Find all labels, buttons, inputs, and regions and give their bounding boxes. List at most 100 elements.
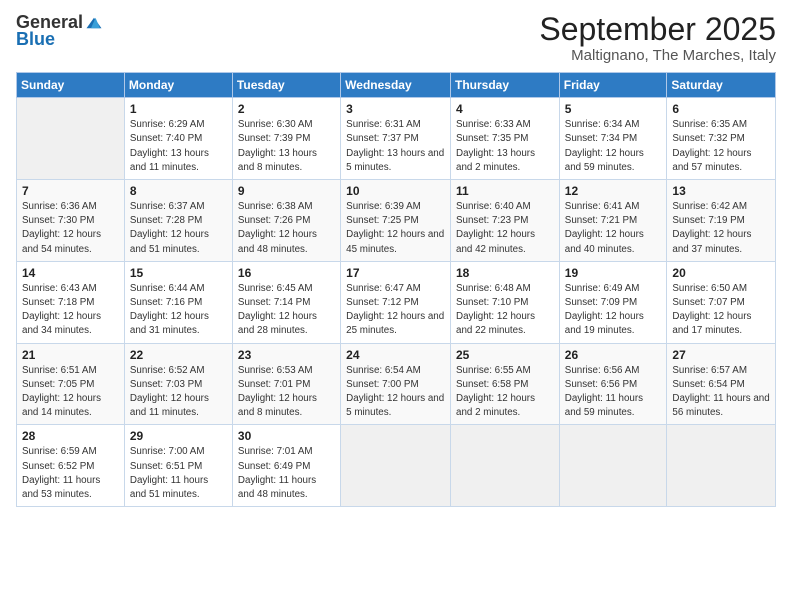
daylight: Daylight: 12 hours and 57 minutes. [672,148,751,173]
daylight: Daylight: 12 hours and 8 minutes. [238,393,317,418]
day-number: 24 [346,348,445,362]
day-info: Sunrise: 6:40 AMSunset: 7:23 PMDaylight:… [456,200,554,257]
calendar-cell: 19Sunrise: 6:49 AMSunset: 7:09 PMDayligh… [559,261,667,343]
calendar-week-1: 1 Sunrise: 6:29 AMSunset: 7:40 PMDaylight… [17,98,776,180]
sunset: Sunset: 7:35 PM [456,133,528,144]
day-number: 23 [238,348,335,362]
title-block: September 2025 Maltignano, The Marches, … [539,12,776,64]
calendar-cell: 30 Sunrise: 7:01 AMSunset: 6:49 PMDayligh… [232,425,340,507]
sunrise: Sunrise: 6:35 AM [672,119,747,130]
daylight: Daylight: 12 hours and 28 minutes. [238,311,317,336]
day-number: 15 [130,266,227,280]
sunrise: Sunrise: 6:34 AM [565,119,640,130]
sunrise: Sunrise: 6:50 AM [672,283,747,294]
logo-icon [85,14,103,32]
daylight: Daylight: 13 hours and 2 minutes. [456,148,535,173]
sunset: Sunset: 7:16 PM [130,297,202,308]
day-number: 26 [565,348,662,362]
daylight: Daylight: 12 hours and 48 minutes. [238,229,317,254]
calendar-cell: 1 Sunrise: 6:29 AMSunset: 7:40 PMDaylight… [124,98,232,180]
calendar-cell: 3Sunrise: 6:31 AMSunset: 7:37 PMDaylight… [341,98,451,180]
sunrise: Sunrise: 6:30 AM [238,119,313,130]
day-info: Sunrise: 6:56 AM Sunset: 6:56 PM Daylight:… [565,364,662,421]
calendar-week-2: 7Sunrise: 6:36 AMSunset: 7:30 PMDaylight… [17,180,776,262]
sunset: Sunset: 7:28 PM [130,215,202,226]
calendar-cell: 17Sunrise: 6:47 AMSunset: 7:12 PMDayligh… [341,261,451,343]
calendar-cell: 20Sunrise: 6:50 AMSunset: 7:07 PMDayligh… [667,261,776,343]
sunset: Sunset: 7:26 PM [238,215,310,226]
calendar-week-5: 28Sunrise: 6:59 AMSunset: 6:52 PMDayligh… [17,425,776,507]
daylight: Daylight: 13 hours and 11 minutes. [130,148,209,173]
col-sunday: Sunday [17,73,125,98]
sunset: Sunset: 7:12 PM [346,297,418,308]
day-info: Sunrise: 6:33 AM Sunset: 7:35 PM Daylight:… [456,118,554,175]
sunset: Sunset: 7:09 PM [565,297,637,308]
sunrise: Sunrise: 6:41 AM [565,201,640,212]
sunset: Sunset: 6:58 PM [456,379,528,390]
col-saturday: Saturday [667,73,776,98]
day-number: 19 [565,266,662,280]
day-info: Sunrise: 6:57 AMSunset: 6:54 PMDaylight:… [672,364,770,421]
daylight: Daylight: 11 hours and 56 minutes. [672,393,769,418]
daylight: Daylight: 12 hours and 54 minutes. [22,229,101,254]
day-info: Sunrise: 6:29 AMSunset: 7:40 PMDaylight:… [130,118,227,175]
sunset: Sunset: 7:01 PM [238,379,310,390]
sunset: Sunset: 7:07 PM [672,297,744,308]
sunrise: Sunrise: 6:42 AM [672,201,747,212]
sunrise: Sunrise: 6:48 AM [456,283,531,294]
sunset: Sunset: 6:56 PM [565,379,637,390]
daylight: Daylight: 11 hours and 48 minutes. [238,475,316,500]
page-subtitle: Maltignano, The Marches, Italy [539,47,776,64]
day-number: 1 [130,102,227,116]
daylight: Daylight: 12 hours and 11 minutes. [130,393,209,418]
daylight: Daylight: 12 hours and 40 minutes. [565,229,644,254]
calendar-cell: 5Sunrise: 6:34 AMSunset: 7:34 PMDaylight… [559,98,667,180]
sunrise: Sunrise: 7:01 AM [238,446,313,457]
calendar-week-3: 14Sunrise: 6:43 AMSunset: 7:18 PMDayligh… [17,261,776,343]
calendar-cell: 28Sunrise: 6:59 AMSunset: 6:52 PMDayligh… [17,425,125,507]
sunrise: Sunrise: 6:39 AM [346,201,421,212]
day-info: Sunrise: 6:42 AMSunset: 7:19 PMDaylight:… [672,200,770,257]
daylight: Daylight: 12 hours and 17 minutes. [672,311,751,336]
page-title: September 2025 [539,12,776,47]
sunset: Sunset: 7:23 PM [456,215,528,226]
day-info: Sunrise: 6:47 AMSunset: 7:12 PMDaylight:… [346,282,445,339]
calendar-cell [667,425,776,507]
sunrise: Sunrise: 7:00 AM [130,446,205,457]
sunrise: Sunrise: 6:56 AM [565,365,640,376]
daylight: Daylight: 11 hours and 59 minutes. [565,393,643,418]
day-info: Sunrise: 6:50 AM Sunset: 7:07 PM Daylight:… [672,282,770,339]
sunset: Sunset: 7:00 PM [346,379,418,390]
sunrise: Sunrise: 6:52 AM [130,365,205,376]
day-number: 30 [238,429,335,443]
sunrise: Sunrise: 6:40 AM [456,201,531,212]
calendar-cell [17,98,125,180]
sunset: Sunset: 7:37 PM [346,133,418,144]
daylight: Daylight: 12 hours and 31 minutes. [130,311,209,336]
calendar-cell: 2Sunrise: 6:30 AMSunset: 7:39 PMDaylight… [232,98,340,180]
sunrise: Sunrise: 6:47 AM [346,283,421,294]
col-monday: Monday [124,73,232,98]
daylight: Daylight: 11 hours and 53 minutes. [22,475,100,500]
calendar-cell: 18Sunrise: 6:48 AMSunset: 7:10 PMDayligh… [451,261,560,343]
daylight: Daylight: 13 hours and 8 minutes. [238,148,317,173]
col-thursday: Thursday [451,73,560,98]
sunset: Sunset: 7:10 PM [456,297,528,308]
calendar-cell [341,425,451,507]
calendar-cell: 11Sunrise: 6:40 AMSunset: 7:23 PMDayligh… [451,180,560,262]
daylight: Daylight: 12 hours and 34 minutes. [22,311,101,336]
sunrise: Sunrise: 6:49 AM [565,283,640,294]
sunset: Sunset: 6:52 PM [22,461,94,472]
day-info: Sunrise: 7:01 AMSunset: 6:49 PMDaylight:… [238,445,335,502]
sunset: Sunset: 7:18 PM [22,297,94,308]
sunrise: Sunrise: 6:37 AM [130,201,205,212]
daylight: Daylight: 11 hours and 51 minutes. [130,475,208,500]
sunset: Sunset: 7:14 PM [238,297,310,308]
sunrise: Sunrise: 6:53 AM [238,365,313,376]
sunrise: Sunrise: 6:43 AM [22,283,97,294]
calendar-cell: 6Sunrise: 6:35 AMSunset: 7:32 PMDaylight… [667,98,776,180]
sunrise: Sunrise: 6:33 AM [456,119,531,130]
calendar-cell: 24Sunrise: 6:54 AMSunset: 7:00 PMDayligh… [341,343,451,425]
daylight: Daylight: 12 hours and 22 minutes. [456,311,535,336]
sunrise: Sunrise: 6:45 AM [238,283,313,294]
